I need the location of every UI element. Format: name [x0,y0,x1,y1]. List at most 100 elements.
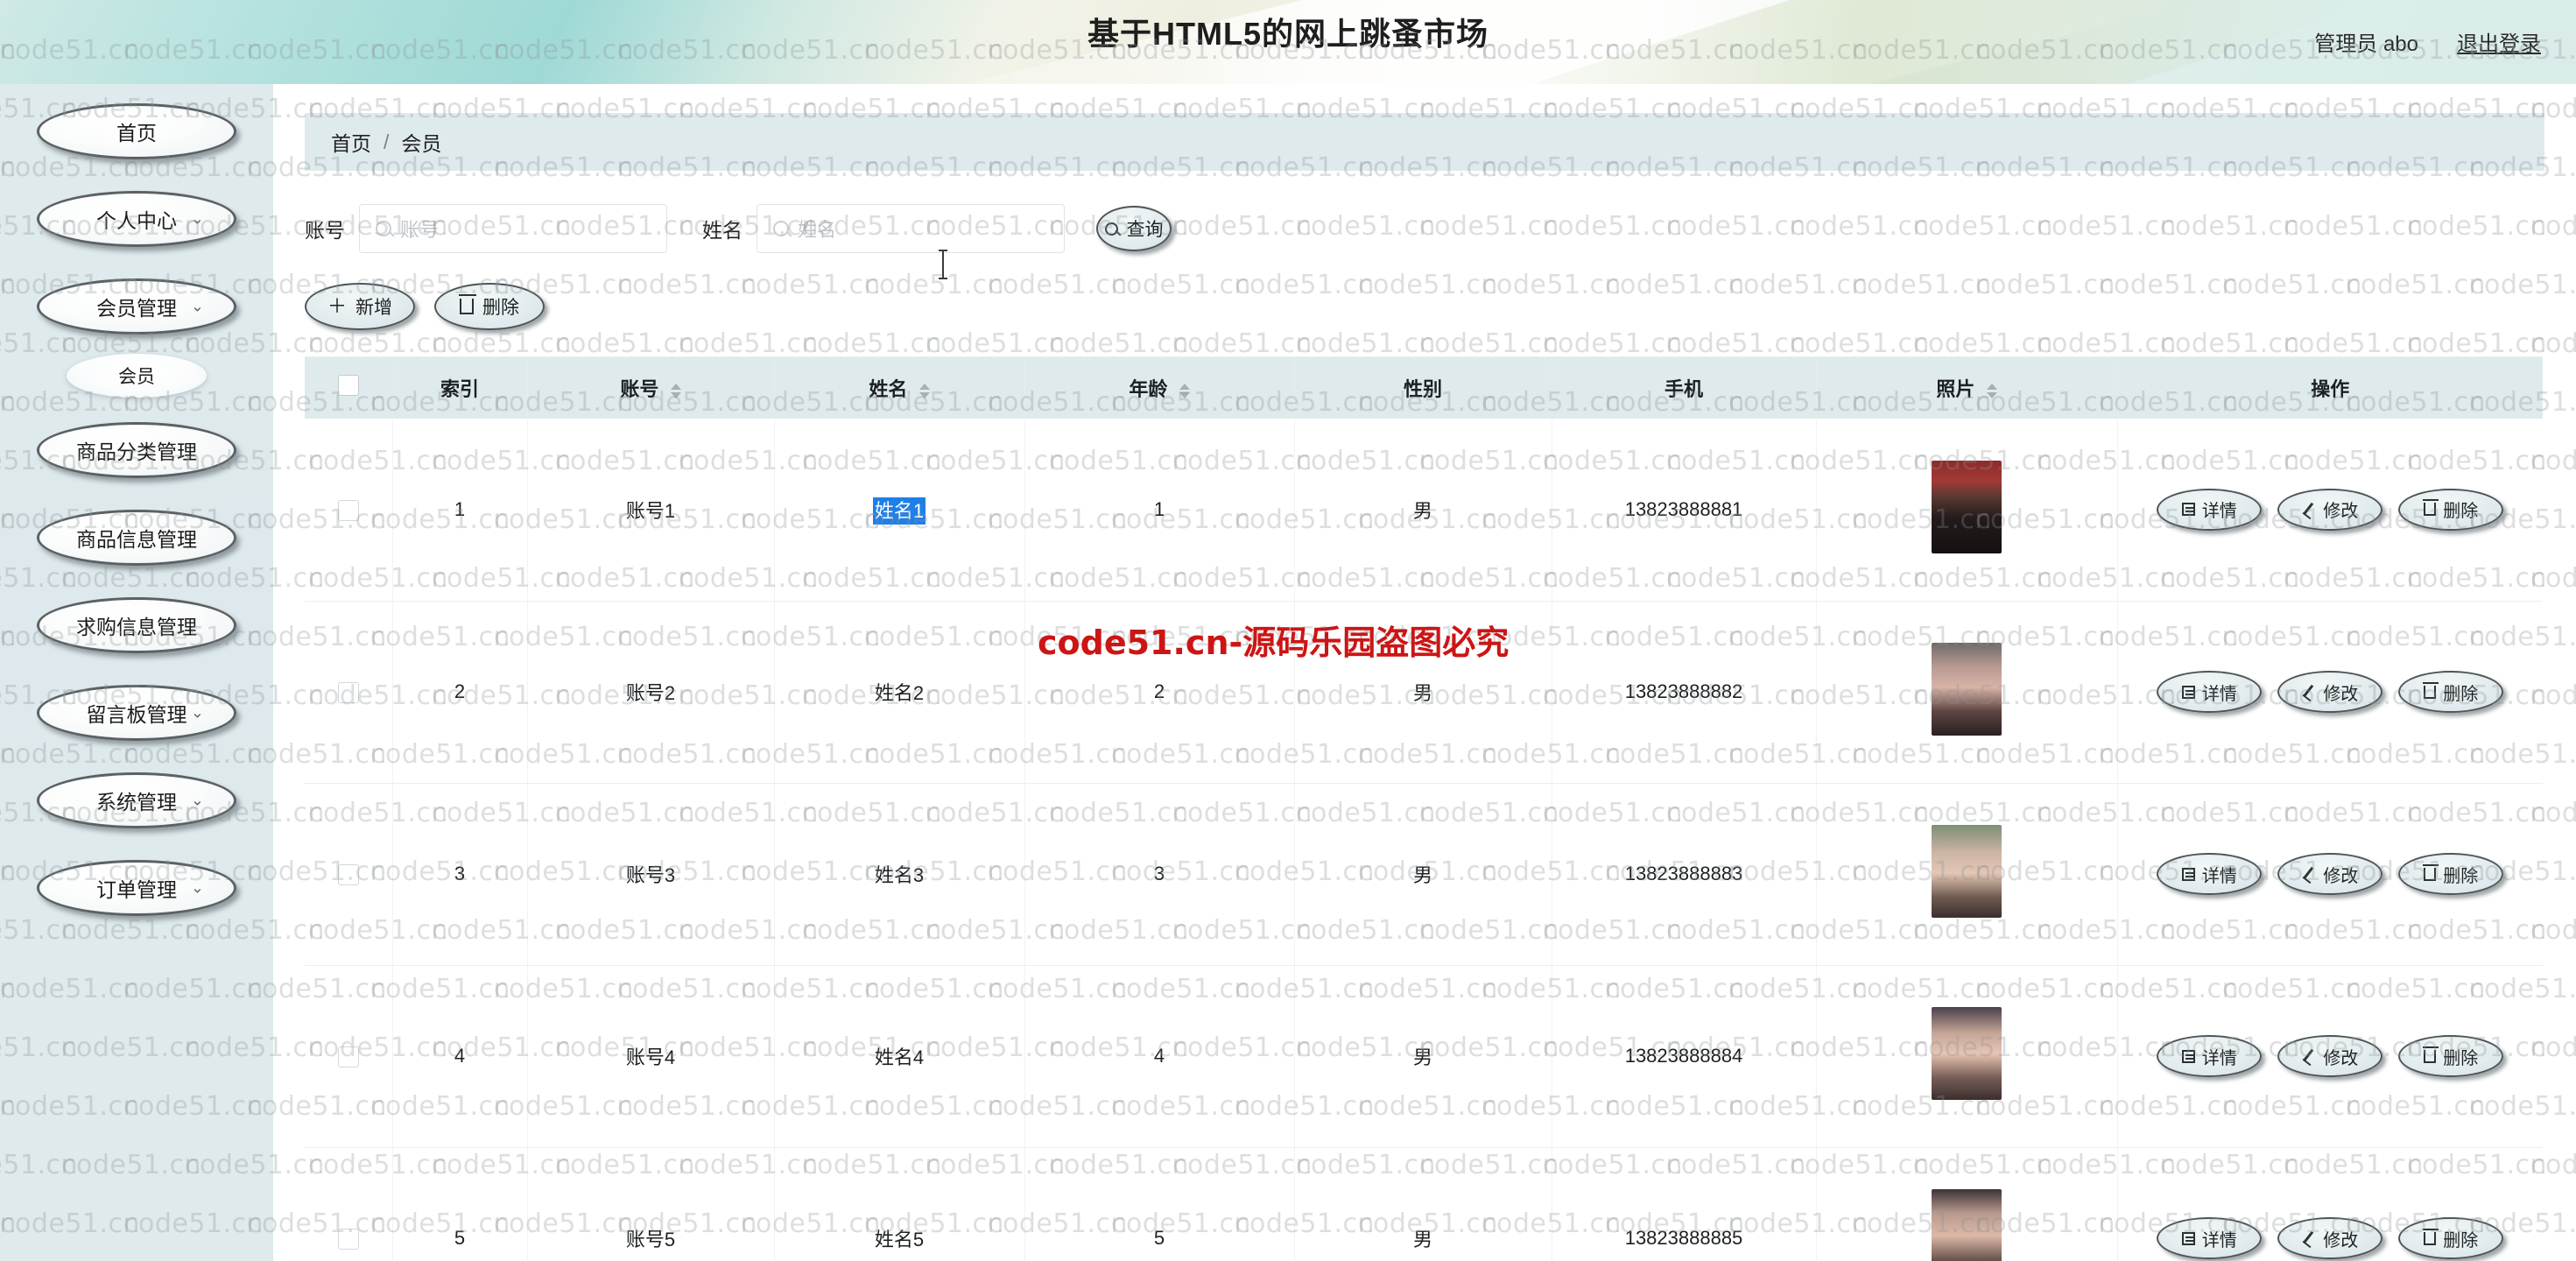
list-icon [2181,503,2195,517]
row-delete-button-label: 删除 [2443,684,2479,704]
row-checkbox[interactable] [337,864,359,886]
chevron-down-icon: ⌄ [190,878,204,897]
row-checkbox[interactable] [337,499,359,521]
edit-button-label: 修改 [2323,1048,2359,1068]
row-checkbox[interactable] [337,1046,359,1068]
row-delete-button[interactable]: 删除 [2398,1217,2504,1259]
sidebar-item-order-management[interactable]: 订单管理 ⌄ [37,860,236,916]
sort-toggle-age[interactable] [1179,383,1190,398]
column-header-photo: 照片 [1816,357,2118,419]
table-row: 5 账号5 姓名5 5 男 13823888885 详情 修改 删除 [305,1147,2543,1261]
pencil-icon [2302,685,2316,699]
edit-button-label: 修改 [2323,502,2359,522]
index-value: 5 [454,1227,466,1249]
sort-toggle-name[interactable] [918,383,930,398]
table-toolbar: ＋ 新增 删除 [305,283,2576,330]
select-all-checkbox[interactable] [337,375,359,396]
row-actions: 详情 修改 删除 [2118,1217,2544,1259]
search-icon [1104,222,1118,236]
sort-toggle-photo[interactable] [1986,383,1997,398]
age-value: 2 [1153,680,1165,702]
edit-button[interactable]: 修改 [2277,1035,2383,1077]
edit-button[interactable]: 修改 [2277,853,2383,895]
sidebar-item-product-info-management[interactable]: 商品信息管理 [37,510,236,566]
chevron-down-icon: ⌄ [190,791,204,809]
trash-icon [2423,1046,2439,1063]
sidebar-item-message-board-management[interactable]: 留言板管理 ⌄ [37,685,236,741]
trash-icon [2423,1228,2439,1245]
query-button[interactable]: 查询 [1096,206,1172,251]
add-button[interactable]: ＋ 新增 [305,283,415,330]
name-value: 姓名3 [874,864,925,886]
table-header-row: 索引 账号 姓名 年龄 性别 手机 照片 操作 [305,357,2543,419]
gender-value: 男 [1412,499,1432,522]
breadcrumb-home[interactable]: 首页 [331,127,371,157]
row-delete-button[interactable]: 删除 [2398,488,2504,531]
member-photo-thumbnail[interactable] [1932,460,2002,553]
sidebar-subitem-member[interactable]: 会员 [67,354,207,398]
detail-button[interactable]: 详情 [2157,671,2263,713]
sidebar-item-product-category-management[interactable]: 商品分类管理 [37,422,236,478]
cell-index: 4 [392,965,528,1148]
sidebar-item-member-management[interactable]: 会员管理 ⌄ [37,278,236,335]
bulk-delete-button-label: 删除 [482,298,519,318]
row-delete-button-label: 删除 [2443,502,2479,522]
row-delete-button-label: 删除 [2443,866,2479,886]
gender-value: 男 [1412,864,1432,886]
logout-link[interactable]: 退出登录 [2457,26,2541,57]
column-header-age: 年龄 [1024,357,1295,419]
account-value: 账号4 [625,1046,676,1068]
member-photo-thumbnail[interactable] [1932,825,2002,918]
main-content: 首页 / 会员 账号 账号 姓名 姓名 查询 ＋ 新增 删除 索引 账号 姓名 … [273,84,2576,1261]
cell-age: 2 [1024,601,1295,784]
row-select-cell [305,783,393,966]
member-photo-thumbnail[interactable] [1932,643,2002,736]
pencil-icon [2302,1231,2316,1245]
search-filter-bar: 账号 账号 姓名 姓名 查询 [305,204,2576,253]
member-photo-thumbnail[interactable] [1932,1007,2002,1100]
member-photo-thumbnail[interactable] [1932,1189,2002,1261]
account-search-input[interactable]: 账号 [359,204,667,253]
sidebar-item-purchase-info-management[interactable]: 求购信息管理 [37,597,236,653]
column-header-phone: 手机 [1552,357,1817,419]
edit-button[interactable]: 修改 [2277,488,2383,531]
sidebar-item-system-management[interactable]: 系统管理 ⌄ [37,772,236,828]
row-select-cell [305,965,393,1148]
column-header-index: 索引 [392,357,528,419]
row-actions: 详情 修改 删除 [2118,488,2544,531]
row-delete-button[interactable]: 删除 [2398,1035,2504,1077]
sidebar-item-label: 商品分类管理 [76,440,197,463]
name-value: 姓名5 [874,1229,925,1250]
trash-icon [2423,499,2439,517]
detail-button[interactable]: 详情 [2157,1035,2263,1077]
detail-button[interactable]: 详情 [2157,853,2263,895]
sort-toggle-account[interactable] [670,383,681,398]
name-value: 姓名4 [874,1046,925,1068]
name-search-input[interactable]: 姓名 [757,204,1065,253]
pencil-icon [2302,1049,2316,1063]
members-table-wrapper: 索引 账号 姓名 年龄 性别 手机 照片 操作 1 账号1 姓名1 1 男 13… [305,356,2543,1261]
row-checkbox[interactable] [337,682,359,704]
row-delete-button[interactable]: 删除 [2398,853,2504,895]
sidebar-item-personal-center[interactable]: 个人中心 ⌄ [37,191,236,247]
row-delete-button[interactable]: 删除 [2398,671,2504,713]
cell-phone: 13823888885 [1552,1147,1817,1261]
cell-operations: 详情 修改 删除 [2117,601,2543,784]
row-checkbox[interactable] [337,1229,359,1250]
row-actions: 详情 修改 删除 [2118,1035,2544,1077]
trash-icon [2423,681,2439,699]
bulk-delete-button[interactable]: 删除 [434,283,545,330]
sidebar-item-label: 个人中心 [96,209,177,232]
edit-button[interactable]: 修改 [2277,1217,2383,1259]
sidebar-item-home[interactable]: 首页 [37,103,236,159]
age-value: 1 [1153,497,1165,520]
detail-button[interactable]: 详情 [2157,1217,2263,1259]
detail-button[interactable]: 详情 [2157,488,2263,531]
sidebar-nav: 首页 个人中心 ⌄ 会员管理 ⌄ 会员 商品分类管理 商品信息管理 求购信息管理… [0,84,273,1261]
list-icon [2181,685,2195,699]
cell-age: 3 [1024,783,1295,966]
edit-button[interactable]: 修改 [2277,671,2383,713]
cell-operations: 详情 修改 删除 [2117,419,2544,602]
gender-value: 男 [1412,1046,1432,1068]
account-search-placeholder: 账号 [400,219,440,241]
